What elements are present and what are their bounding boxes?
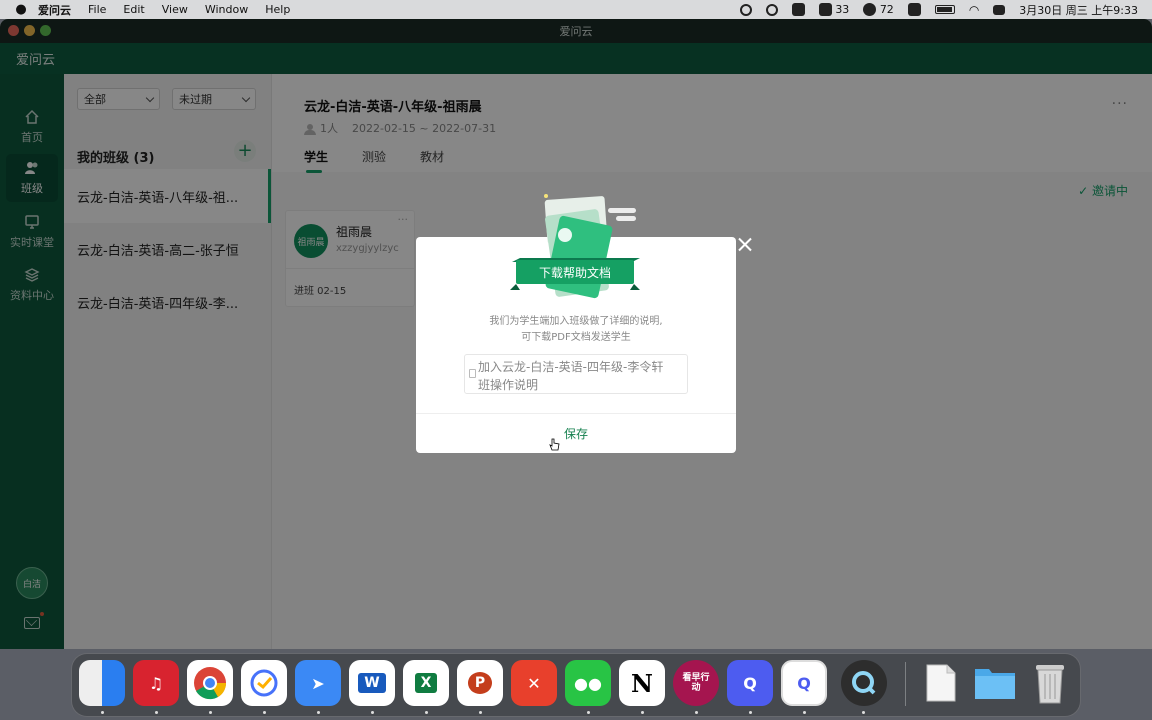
trash-icon[interactable]	[1027, 660, 1073, 706]
powerpoint-icon[interactable]: P	[457, 660, 503, 706]
menu-edit[interactable]: Edit	[123, 3, 144, 16]
dock-running-indicator	[425, 711, 428, 714]
apple-icon[interactable]: ●	[14, 2, 28, 17]
close-icon[interactable]	[736, 236, 754, 254]
kanzao-icon[interactable]: 看早行动	[673, 660, 719, 706]
control-center-icon[interactable]	[993, 4, 1006, 15]
ticktick-icon[interactable]	[241, 660, 287, 706]
lark-count: 33	[835, 2, 850, 16]
xmind-icon[interactable]: ✕	[511, 660, 557, 706]
document-icon[interactable]	[918, 660, 964, 706]
record-icon[interactable]	[739, 3, 752, 16]
dock-running-indicator	[263, 711, 266, 714]
wechat-status[interactable]: 72	[863, 3, 894, 17]
pointer-cursor-icon	[549, 438, 560, 451]
lark-tray-icon	[818, 3, 832, 17]
file-name-line-2: 班操作说明	[478, 378, 539, 392]
dock-running-indicator	[695, 711, 698, 714]
excel-icon[interactable]: X	[403, 660, 449, 706]
word-icon[interactable]: W	[349, 660, 395, 706]
notion-icon[interactable]: N	[619, 660, 665, 706]
dialog-description-line-2: 可下载PDF文档发送学生	[521, 332, 631, 343]
dock-running-indicator	[862, 711, 865, 714]
wechat-count: 72	[879, 2, 894, 16]
lark-icon[interactable]: ➤	[295, 660, 341, 706]
dock-running-indicator	[209, 711, 212, 714]
save-button[interactable]: 保存	[416, 414, 736, 453]
dock-running-indicator	[803, 711, 806, 714]
iwenyun-icon[interactable]: Q	[727, 660, 773, 706]
excel-letter: X	[414, 673, 438, 693]
dock-separator	[905, 662, 906, 706]
folder-icon[interactable]	[972, 660, 1018, 706]
dock-running-indicator	[101, 711, 104, 714]
help-doc-illustration: 下载帮助文档	[494, 194, 654, 299]
ppt-letter: P	[467, 672, 493, 694]
wifi-icon[interactable]: ◠	[969, 3, 979, 17]
dock-running-indicator	[587, 711, 590, 714]
pdf-file-box[interactable]: 加入云龙-白洁-英语-四年级-李令轩 班操作说明	[464, 354, 688, 394]
quicktime-icon[interactable]	[841, 660, 887, 706]
dock-running-indicator	[155, 711, 158, 714]
dock-running-indicator	[371, 711, 374, 714]
datetime[interactable]: 3月30日 周三 上午9:33	[1019, 2, 1138, 18]
dialog-description: 我们为学生端加入班级做了详细的说明, 可下载PDF文档发送学生	[416, 314, 736, 346]
wechat-icon[interactable]: ●●	[565, 660, 611, 706]
wechat-tray-icon	[863, 3, 877, 17]
chrome-icon[interactable]	[187, 660, 233, 706]
netease-music-icon[interactable]: ♫	[133, 660, 179, 706]
illustration-banner-text: 下载帮助文档	[539, 265, 611, 280]
check-icon[interactable]	[765, 3, 778, 16]
menu-view[interactable]: View	[162, 3, 188, 16]
macos-menubar: ● 爱问云 File Edit View Window Help 33 72 ◠…	[0, 0, 1152, 19]
finder-icon[interactable]	[79, 660, 125, 706]
file-icon	[469, 369, 476, 378]
s-app-icon[interactable]	[907, 3, 921, 16]
shield-icon[interactable]	[791, 3, 805, 16]
menu-window[interactable]: Window	[205, 3, 248, 16]
dock-running-indicator	[317, 711, 320, 714]
menu-file[interactable]: File	[88, 3, 106, 16]
dock-running-indicator	[641, 711, 644, 714]
battery-icon[interactable]	[934, 5, 955, 14]
lark-status[interactable]: 33	[818, 2, 850, 17]
menu-app-name[interactable]: 爱问云	[38, 2, 71, 18]
menu-help[interactable]: Help	[265, 3, 290, 16]
dock-running-indicator	[749, 711, 752, 714]
word-letter: W	[358, 673, 386, 693]
iwenyun-alt-icon[interactable]: Q	[781, 660, 827, 706]
file-name-line-1: 加入云龙-白洁-英语-四年级-李令轩	[478, 360, 664, 374]
dialog-description-line-1: 我们为学生端加入班级做了详细的说明,	[489, 316, 663, 327]
dock-running-indicator	[479, 711, 482, 714]
